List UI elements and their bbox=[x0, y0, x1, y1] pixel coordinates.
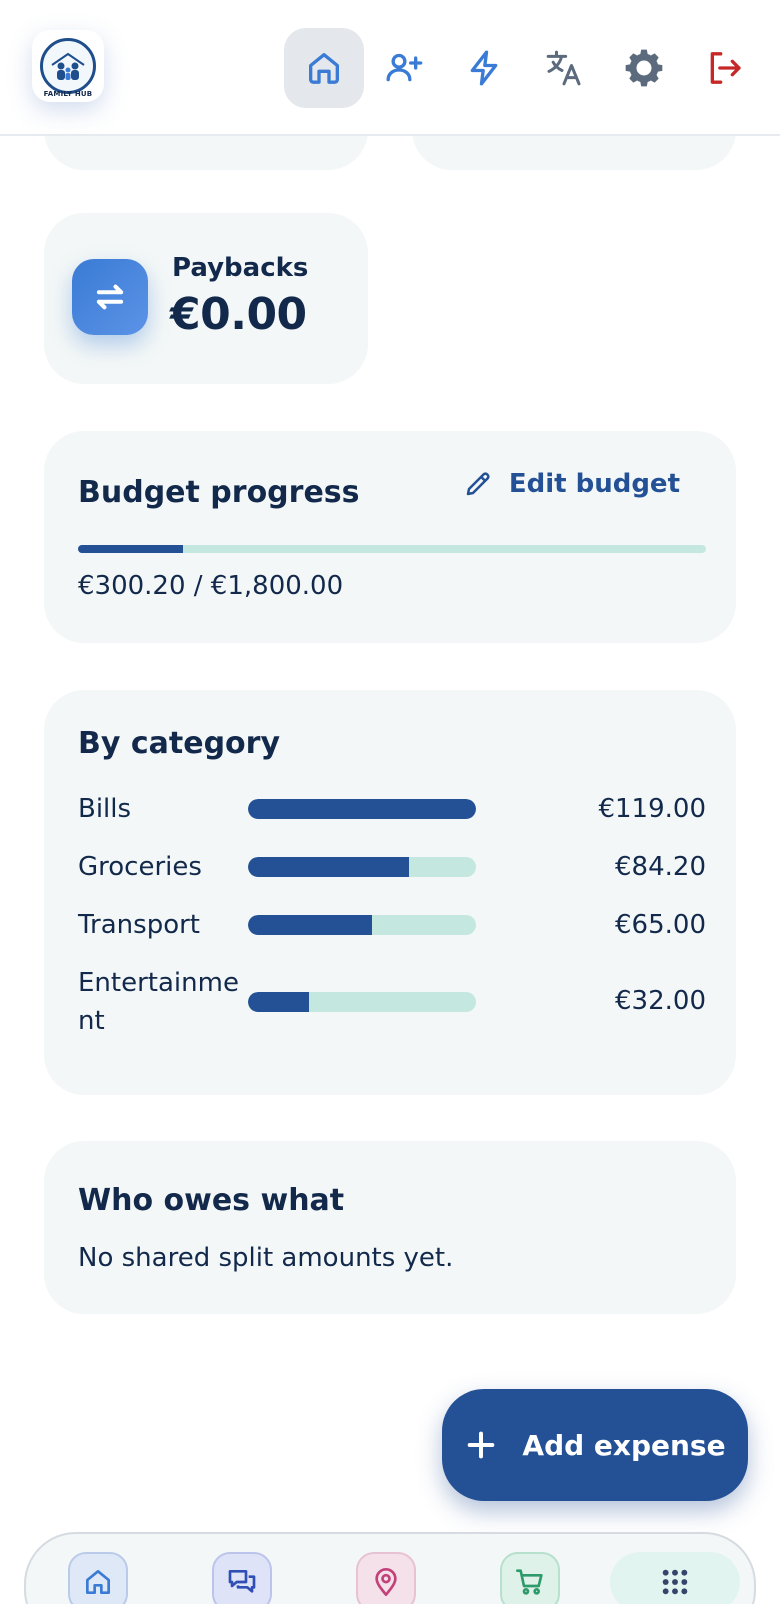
category-row: Groceries €84.20 bbox=[78, 848, 706, 908]
plus-icon bbox=[468, 1431, 495, 1459]
bottom-nav-home[interactable] bbox=[68, 1552, 128, 1604]
location-pin-icon bbox=[375, 1568, 397, 1596]
category-row: Transport €65.00 bbox=[78, 906, 706, 966]
lightning-icon bbox=[470, 50, 498, 86]
category-bar bbox=[248, 799, 476, 819]
budget-progress-card: Budget progress Edit budget €300.20 / €1… bbox=[44, 431, 736, 643]
category-amount: €65.00 bbox=[615, 910, 706, 940]
bottom-navigation-bar bbox=[24, 1532, 756, 1604]
add-expense-button[interactable]: Add expense bbox=[442, 1389, 748, 1501]
nav-home-button[interactable] bbox=[284, 28, 364, 108]
logo-emblem bbox=[40, 38, 96, 94]
category-amount: €84.20 bbox=[615, 852, 706, 882]
category-bar-fill bbox=[248, 992, 310, 1012]
category-bar-fill bbox=[248, 799, 476, 819]
nav-add-member-button[interactable] bbox=[364, 28, 444, 108]
category-name: Bills bbox=[78, 794, 132, 824]
paybacks-icon-badge bbox=[72, 259, 148, 335]
budget-progress-text: €300.20 / €1,800.00 bbox=[78, 571, 344, 601]
edit-budget-label: Edit budget bbox=[508, 469, 680, 499]
chat-icon bbox=[228, 1570, 256, 1593]
budget-progress-bar bbox=[78, 545, 706, 553]
edit-budget-button[interactable]: Edit budget bbox=[463, 469, 680, 499]
category-bar-fill bbox=[248, 857, 410, 877]
paybacks-value: €0.00 bbox=[170, 289, 307, 340]
app-header: FAMILY HUB bbox=[0, 0, 780, 136]
add-expense-label: Add expense bbox=[522, 1428, 726, 1462]
category-row: Bills €119.00 bbox=[78, 790, 706, 850]
who-owes-what-empty-text: No shared split amounts yet. bbox=[78, 1243, 454, 1273]
family-hub-logo[interactable]: FAMILY HUB bbox=[32, 30, 104, 102]
category-name: Entertainment bbox=[78, 968, 239, 1036]
category-amount: €32.00 bbox=[615, 986, 706, 1016]
budget-progress-fill bbox=[78, 545, 183, 553]
cart-icon bbox=[516, 1569, 543, 1595]
category-bar bbox=[248, 857, 476, 877]
bottom-nav-shopping[interactable] bbox=[500, 1552, 560, 1604]
nav-settings-button[interactable] bbox=[604, 28, 684, 108]
budget-progress-title: Budget progress bbox=[78, 475, 360, 510]
category-amount: €119.00 bbox=[598, 794, 706, 824]
nav-logout-button[interactable] bbox=[684, 28, 764, 108]
paybacks-label: Paybacks bbox=[172, 253, 309, 283]
bottom-nav-chat[interactable] bbox=[212, 1552, 272, 1604]
paybacks-card: Paybacks €0.00 bbox=[44, 213, 368, 384]
apps-grid-icon bbox=[662, 1569, 688, 1595]
category-row: Entertainment €32.00 bbox=[78, 964, 706, 1044]
nav-language-button[interactable] bbox=[524, 28, 604, 108]
add-user-icon bbox=[386, 53, 423, 82]
category-bar bbox=[248, 992, 476, 1012]
home-icon bbox=[309, 53, 339, 84]
by-category-card: By category Bills €119.00 Groceries €84.… bbox=[44, 690, 736, 1095]
nav-quick-actions-button[interactable] bbox=[444, 28, 524, 108]
logout-icon bbox=[710, 52, 741, 84]
bottom-nav-more-apps[interactable] bbox=[610, 1552, 740, 1604]
who-owes-what-card: Who owes what No shared split amounts ye… bbox=[44, 1141, 736, 1314]
swap-arrows-icon bbox=[96, 284, 124, 310]
logo-text: FAMILY HUB bbox=[43, 90, 93, 98]
category-bar bbox=[248, 915, 476, 935]
translate-icon bbox=[546, 50, 581, 86]
category-bar-fill bbox=[248, 915, 373, 935]
who-owes-what-title: Who owes what bbox=[78, 1183, 345, 1218]
bottom-nav-location[interactable] bbox=[356, 1552, 416, 1604]
home-icon bbox=[86, 1570, 110, 1594]
by-category-title: By category bbox=[78, 726, 281, 761]
category-name: Transport bbox=[78, 910, 201, 940]
pencil-icon bbox=[466, 472, 490, 496]
category-name: Groceries bbox=[78, 852, 202, 882]
gear-icon bbox=[625, 49, 663, 87]
